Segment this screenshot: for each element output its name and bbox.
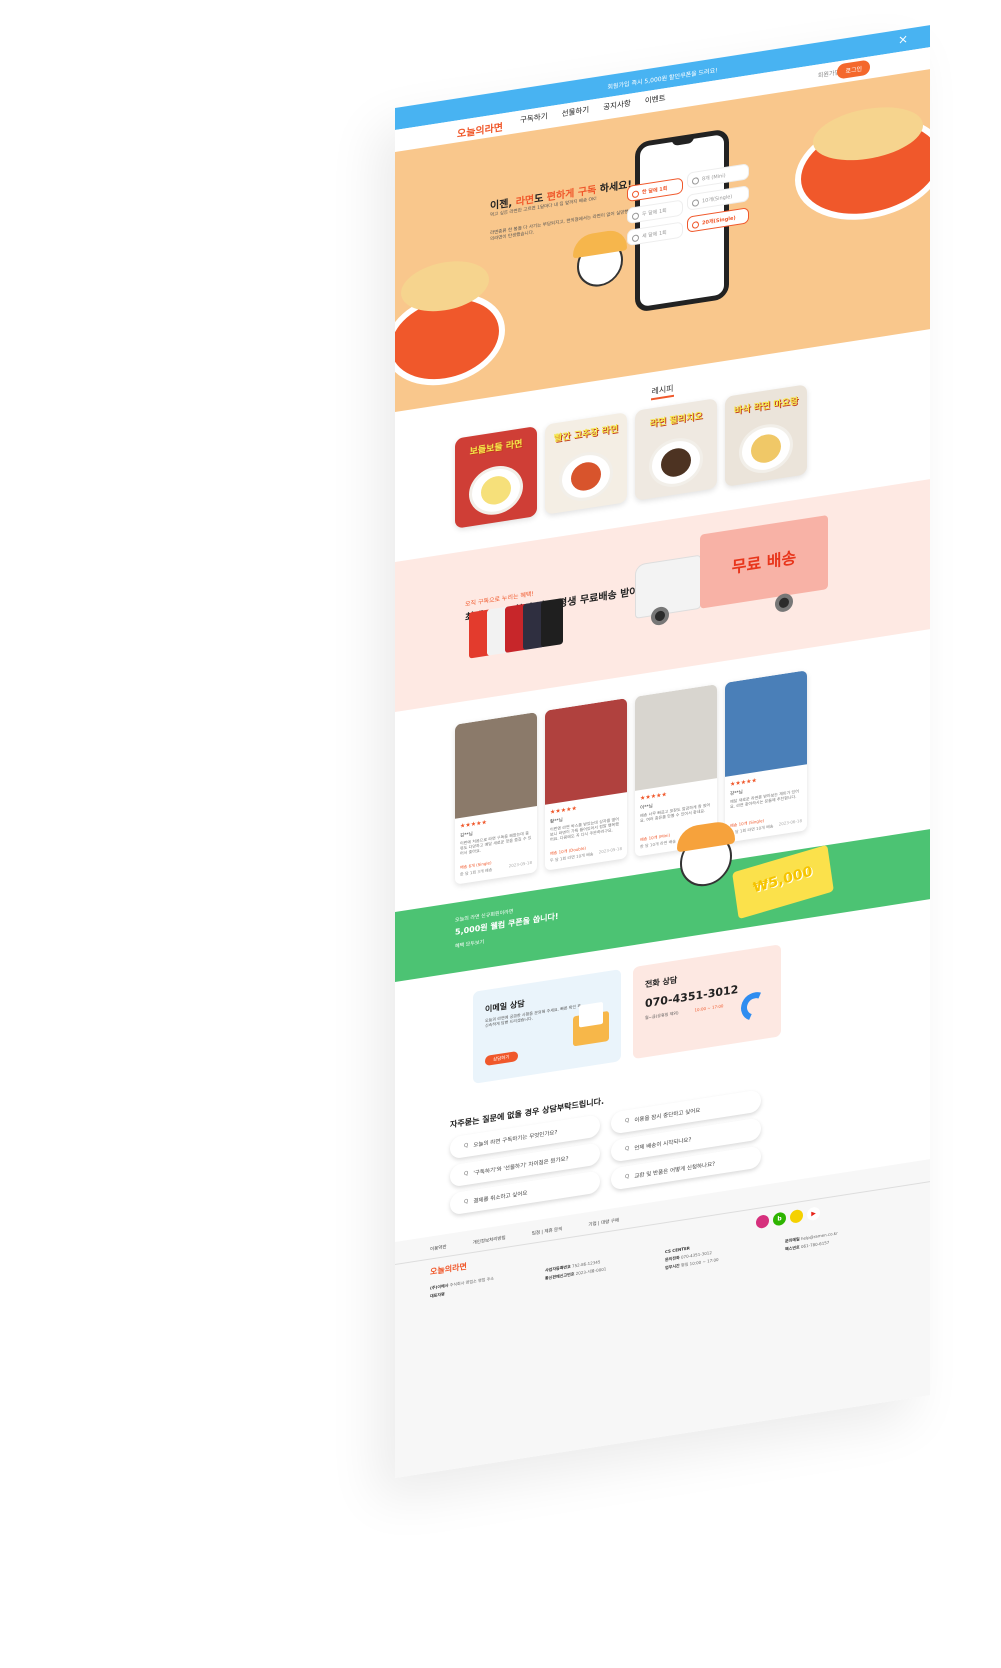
website-page: 회원가입 즉시 5,000원 할인쿠폰을 드려요! × 오늘의라면 구독하기 선…: [395, 25, 930, 1479]
truck-wheel: [775, 592, 793, 614]
footer-cs-info: CS CENTER 문의전화 070-4351-3012 업무시간 평일 10:…: [665, 1245, 719, 1271]
envelope-icon: [573, 1010, 609, 1047]
recipe-card-title: 라면 필리치오: [649, 411, 703, 430]
recipe-card[interactable]: 라면 필리치오: [635, 398, 717, 501]
review-photo: [725, 670, 807, 777]
footer-contact-info: 문의메일 help@ramen.co.kr 팩스번호 061-780-6157: [785, 1230, 838, 1252]
instagram-icon[interactable]: [756, 1214, 769, 1230]
youtube-icon[interactable]: ▶: [807, 1206, 820, 1222]
footer-link-terms[interactable]: 이용약관: [430, 1244, 447, 1253]
recipe-card-title: 빨간 고추장 라면: [553, 424, 619, 445]
footer-company-info: (주)이메사 주식회사 영업소 영업 주소 대표자명: [430, 1275, 494, 1299]
close-icon[interactable]: ×: [898, 32, 908, 48]
review-photo: [635, 684, 717, 791]
review-card[interactable]: ★★★★★ 강**님 매달 새로운 라면을 받아보는 재미가 있어요. 라면 좋…: [725, 670, 807, 843]
question-icon: Q: [625, 1173, 630, 1181]
recipe-card[interactable]: 보들보들 라면: [455, 426, 537, 529]
phone-notch: [672, 136, 694, 147]
footer-link-partner[interactable]: 입점 | 제휴 문의: [532, 1226, 563, 1237]
question-icon: Q: [464, 1198, 469, 1206]
mockup-stage: 회원가입 즉시 5,000원 할인쿠폰을 드려요! × 오늘의라면 구독하기 선…: [0, 0, 1001, 1668]
question-icon: Q: [625, 1145, 630, 1153]
review-card[interactable]: ★★★★★ 김**님 이번에 처음으로 라면 구독을 해봤는데 종류도 다양하고…: [455, 712, 537, 885]
coupon-amount: ₩5,000: [752, 863, 814, 897]
phone-contact-card: 전화 상담 070-4351-3012 월~금(공휴일 제외)10:00 ~ 1…: [633, 944, 781, 1060]
footer-logo[interactable]: 오늘의라면: [430, 1261, 467, 1278]
footer-link-privacy[interactable]: 개인정보처리방침: [473, 1235, 506, 1246]
truck-cargo-box: 무료 배송: [700, 514, 828, 609]
nav-event[interactable]: 이벤트: [645, 92, 666, 106]
nav-subscribe[interactable]: 구독하기: [520, 110, 548, 125]
truck-wheel: [651, 605, 669, 627]
footer-business-info: 사업자등록번호 752-86-12345 통신판매신고번호 2023-서울-00…: [545, 1259, 607, 1281]
review-photo: [455, 712, 537, 819]
blog-icon[interactable]: b: [773, 1211, 786, 1227]
review-card[interactable]: ★★★★★ 황**님 이번엔 라면 박스를 받았는데 상자를 열어보니 라면이 …: [545, 698, 627, 871]
footer-link-bulk[interactable]: 기업 | 대량 구매: [588, 1217, 619, 1228]
review-photo: [545, 698, 627, 805]
truck-cab-image: [635, 554, 701, 619]
recipe-card-title: 보들보들 라면: [469, 439, 523, 458]
ramen-pack-image: [541, 597, 563, 648]
recipe-card[interactable]: 빨간 고추장 라면: [545, 412, 627, 515]
question-icon: Q: [464, 1142, 469, 1150]
email-contact-card: 이메일 상담 오늘의 라면에 궁금한 사항을 문의해 주세요. 빠른 확인 후 …: [473, 969, 621, 1084]
email-contact-button[interactable]: 상담하기: [485, 1051, 518, 1067]
nav-notice[interactable]: 공지사항: [603, 97, 631, 112]
phone-contact-title: 전화 상담: [645, 975, 678, 990]
kakaotalk-icon[interactable]: [790, 1208, 803, 1224]
question-icon: Q: [464, 1170, 469, 1178]
nav-gift[interactable]: 선물하기: [562, 104, 590, 119]
recipe-card[interactable]: 바삭 라면 마요랑: [725, 384, 807, 487]
recipe-card-title: 바삭 라면 마요랑: [733, 396, 799, 417]
phone-icon: [737, 987, 773, 1026]
login-button[interactable]: 로그인: [837, 59, 870, 80]
social-links: b ▶: [756, 1206, 820, 1230]
free-shipping-label: 무료 배송: [731, 547, 797, 577]
coupon-link[interactable]: 혜택 모두보기: [455, 938, 484, 950]
question-icon: Q: [625, 1117, 630, 1125]
